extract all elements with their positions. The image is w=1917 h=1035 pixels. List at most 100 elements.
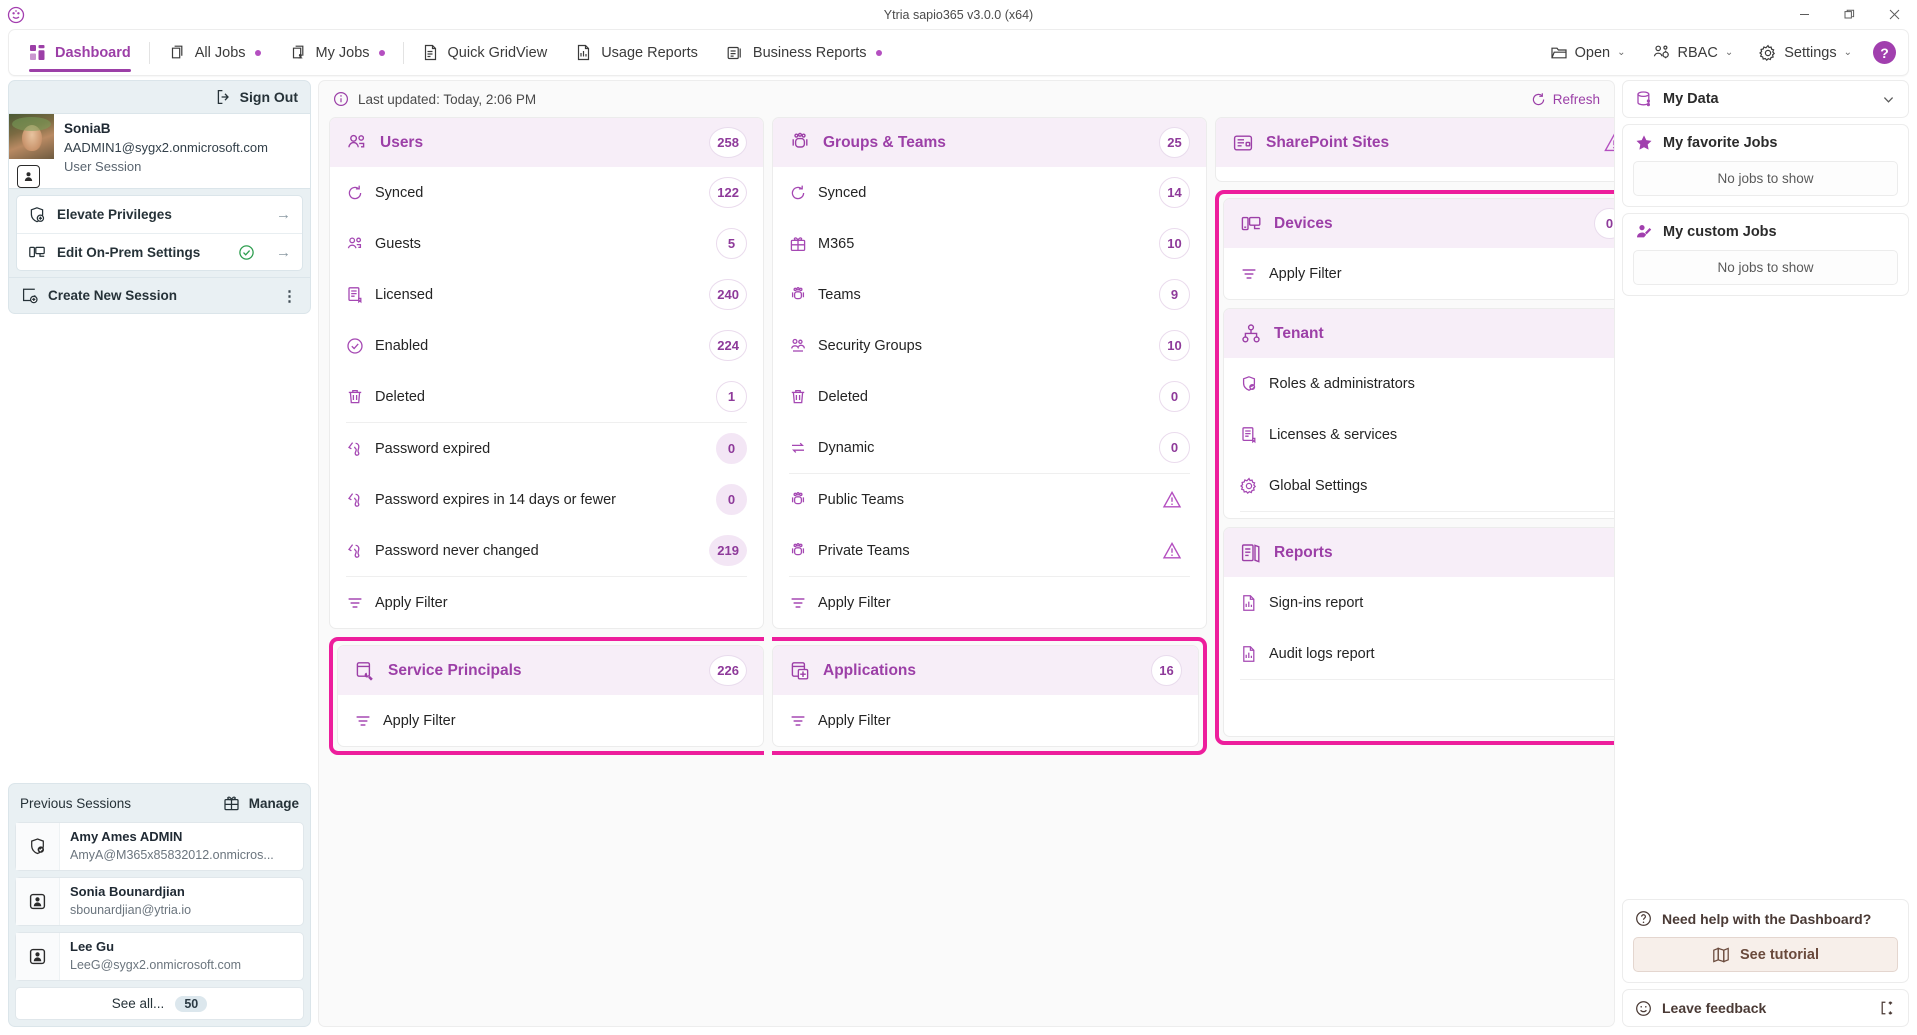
apply-filter-button[interactable]: Apply Filter <box>338 695 763 746</box>
row-public-teams[interactable]: Public Teams <box>773 474 1206 525</box>
list-item[interactable]: Lee Gu LeeG@sygx2.onmicrosoft.com <box>15 932 304 981</box>
settings-button[interactable]: Settings ⌄ <box>1748 36 1863 70</box>
open-button[interactable]: Open ⌄ <box>1539 36 1637 70</box>
shield-check-icon <box>1240 375 1258 393</box>
card-header-reports[interactable]: Reports <box>1224 528 1615 577</box>
folder-open-icon <box>1550 44 1568 62</box>
leave-feedback-card[interactable]: Leave feedback <box>1622 989 1909 1027</box>
my-data-header[interactable]: My Data <box>1623 81 1908 117</box>
title-bar: Ytria sapio365 v3.0.0 (x64) <box>0 0 1917 29</box>
card-applications: Applications 16 Apply Filter <box>772 645 1199 747</box>
tab-label: Usage Reports <box>601 45 698 61</box>
elevate-privileges-button[interactable]: Elevate Privileges → <box>17 196 302 233</box>
info-icon <box>333 91 349 107</box>
account-name: SoniaB <box>64 119 302 138</box>
more-options-icon[interactable]: ⋮ <box>282 287 298 305</box>
chevron-down-icon[interactable] <box>1881 92 1896 107</box>
row-guests[interactable]: Guests 5 <box>330 218 763 269</box>
row-roles-administrators[interactable]: Roles & administrators <box>1224 358 1615 409</box>
account-row: SoniaB AADMIN1@sygx2.onmicrosoft.com Use… <box>9 113 310 189</box>
left-sidebar: Sign Out SoniaB AADMIN1@sygx2.onmicrosof… <box>8 80 311 1027</box>
column-users: Users 258 Synced 122 <box>329 117 764 755</box>
row-value: 122 <box>709 177 747 208</box>
create-new-session-button[interactable]: Create New Session ⋮ <box>9 277 310 313</box>
row-password-never-changed[interactable]: Password never changed 219 <box>330 525 763 576</box>
tab-business-reports[interactable]: Business Reports <box>712 30 896 75</box>
row-security-groups[interactable]: Security Groups 10 <box>773 320 1206 371</box>
card-header-groups-teams[interactable]: Groups & Teams 25 <box>773 118 1206 167</box>
apply-filter-button[interactable]: Apply Filter <box>773 577 1206 628</box>
row-label: Global Settings <box>1269 478 1367 494</box>
card-header-tenant[interactable]: Tenant <box>1224 309 1615 358</box>
tab-label: Business Reports <box>753 45 867 61</box>
last-updated-label: Last updated: Today, 2:06 PM <box>358 92 536 107</box>
row-licenses-services[interactable]: Licenses & services <box>1224 409 1615 460</box>
grid-view-icon <box>422 44 439 61</box>
main-header: Last updated: Today, 2:06 PM Refresh <box>319 81 1614 117</box>
row-synced[interactable]: Synced 14 <box>773 167 1206 218</box>
list-item[interactable]: Amy Ames ADMIN AmyA@M365x85832012.onmicr… <box>15 822 304 871</box>
card-count-badge: 226 <box>709 655 747 686</box>
row-private-teams[interactable]: Private Teams <box>773 525 1206 576</box>
tab-all-jobs[interactable]: All Jobs <box>154 30 275 75</box>
row-teams[interactable]: Teams 9 <box>773 269 1206 320</box>
edit-on-prem-settings-button[interactable]: Edit On-Prem Settings → <box>17 233 302 270</box>
trash-icon <box>789 388 807 406</box>
apply-filter-button[interactable]: Apply Filter <box>773 695 1198 746</box>
new-session-icon <box>21 287 38 304</box>
minimize-button[interactable] <box>1782 0 1827 29</box>
row-dynamic[interactable]: Dynamic 0 <box>773 422 1206 473</box>
row-licensed[interactable]: Licensed 240 <box>330 269 763 320</box>
session-name: Sonia Bounardjian <box>70 883 191 901</box>
cards-grid: Users 258 Synced 122 <box>319 117 1614 765</box>
tab-my-jobs[interactable]: My Jobs <box>275 30 399 75</box>
card-header-service-principals[interactable]: Service Principals 226 <box>338 646 763 695</box>
see-tutorial-button[interactable]: See tutorial <box>1633 937 1898 972</box>
list-item[interactable]: Sonia Bounardjian sbounardjian@ytria.io <box>15 877 304 926</box>
tab-quick-gridview[interactable]: Quick GridView <box>408 30 562 75</box>
row-deleted[interactable]: Deleted 0 <box>773 371 1206 422</box>
card-header-sharepoint-sites[interactable]: SharePoint Sites <box>1216 118 1615 167</box>
row-audit-logs-report[interactable]: Audit logs report <box>1224 628 1615 679</box>
status-dot <box>255 50 261 56</box>
see-all-sessions-button[interactable]: See all... 50 <box>15 987 304 1020</box>
custom-jobs-label: My custom Jobs <box>1663 224 1777 240</box>
expand-icon[interactable] <box>1880 1000 1896 1016</box>
row-sign-ins-report[interactable]: Sign-ins report <box>1224 577 1615 628</box>
row-label: Licenses & services <box>1269 427 1397 443</box>
row-password-expires-14-days[interactable]: Password expires in 14 days or fewer 0 <box>330 474 763 525</box>
row-m365[interactable]: M365 10 <box>773 218 1206 269</box>
close-button[interactable] <box>1872 0 1917 29</box>
business-reports-icon <box>726 44 744 62</box>
apply-filter-button[interactable]: Apply Filter <box>330 577 763 628</box>
manage-sessions-button[interactable]: Manage <box>223 795 299 812</box>
privileges-box: Elevate Privileges → Edit On-Prem Settin… <box>16 195 303 271</box>
tab-label: My Jobs <box>316 45 370 61</box>
apply-filter-button[interactable]: Apply Filter <box>1224 248 1615 299</box>
sign-out-button[interactable]: Sign Out <box>9 81 310 113</box>
row-value: 224 <box>709 330 747 361</box>
row-password-expired[interactable]: Password expired 0 <box>330 423 763 474</box>
rbac-button[interactable]: RBAC ⌄ <box>1641 36 1745 70</box>
row-global-settings[interactable]: Global Settings <box>1224 460 1615 511</box>
filter-icon <box>789 594 807 612</box>
help-button[interactable]: ? <box>1873 41 1896 64</box>
tab-usage-reports[interactable]: Usage Reports <box>561 30 712 75</box>
row-enabled[interactable]: Enabled 224 <box>330 320 763 371</box>
row-synced[interactable]: Synced 122 <box>330 167 763 218</box>
card-devices: Devices 0 Apply Filter <box>1223 198 1615 300</box>
card-header-devices[interactable]: Devices 0 <box>1224 199 1615 248</box>
card-header-applications[interactable]: Applications 16 <box>773 646 1198 695</box>
help-label: Need help with the Dashboard? <box>1662 911 1871 927</box>
card-header-users[interactable]: Users 258 <box>330 118 763 167</box>
restore-button[interactable] <box>1827 0 1872 29</box>
my-data-card[interactable]: My Data <box>1622 80 1909 118</box>
app-body: Sign Out SoniaB AADMIN1@sygx2.onmicrosof… <box>0 80 1917 1035</box>
refresh-button[interactable]: Refresh <box>1531 92 1600 107</box>
apply-filter-label: Apply Filter <box>383 713 456 729</box>
tab-dashboard[interactable]: Dashboard <box>15 30 145 75</box>
row-deleted[interactable]: Deleted 1 <box>330 371 763 422</box>
user-session-icon <box>17 165 40 188</box>
help-label-row: Need help with the Dashboard? <box>1623 900 1908 937</box>
tab-divider <box>403 42 404 64</box>
